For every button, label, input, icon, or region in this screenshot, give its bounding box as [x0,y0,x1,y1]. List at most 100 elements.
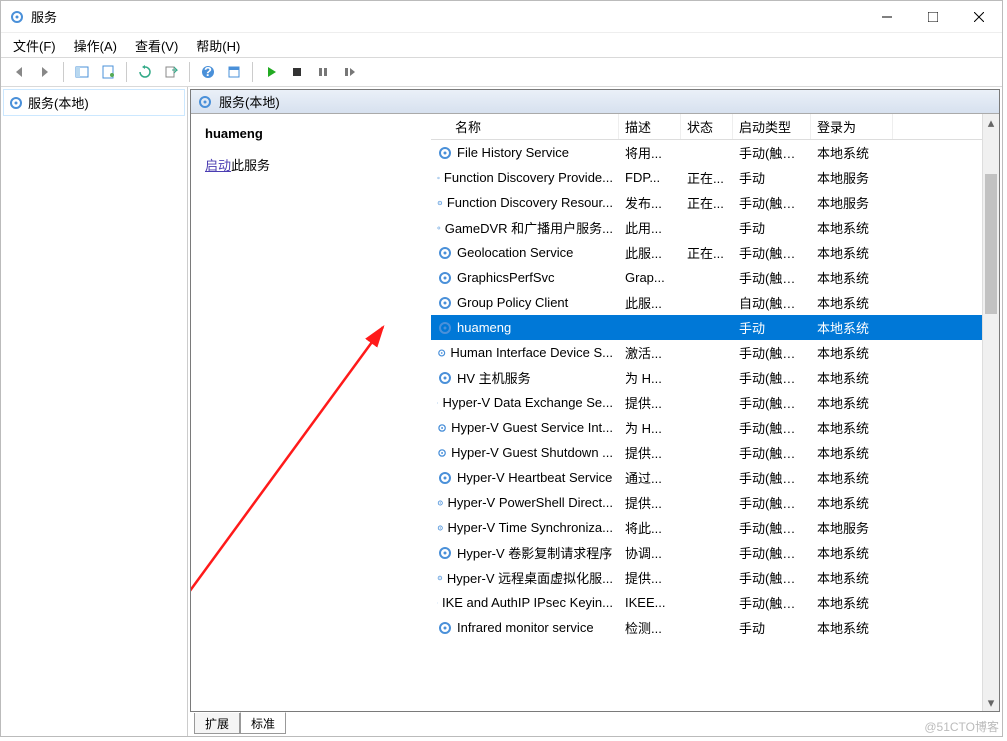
service-name: Function Discovery Provide... [444,170,613,185]
table-row[interactable]: Geolocation Service此服...正在...手动(触发...本地系… [431,240,982,265]
col-desc[interactable]: 描述 [619,114,681,139]
table-row[interactable]: Hyper-V Heartbeat Service通过...手动(触发...本地… [431,465,982,490]
menu-view[interactable]: 查看(V) [135,36,178,55]
service-login: 本地系统 [811,543,893,562]
table-row[interactable]: GameDVR 和广播用户服务...此用...手动本地系统 [431,215,982,240]
table-row[interactable]: Hyper-V 远程桌面虚拟化服...提供...手动(触发...本地系统 [431,565,982,590]
table-row[interactable]: Hyper-V Data Exchange Se...提供...手动(触发...… [431,390,982,415]
minimize-button[interactable] [864,1,910,33]
service-start: 手动 [733,318,811,337]
table-row[interactable]: Hyper-V 卷影复制请求程序协调...手动(触发...本地系统 [431,540,982,565]
service-icon [437,295,453,311]
col-start[interactable]: 启动类型 [733,114,811,139]
menu-action[interactable]: 操作(A) [74,36,117,55]
service-name: Hyper-V Time Synchroniza... [448,520,613,535]
service-start: 手动(触发... [733,343,811,362]
table-row[interactable]: Infrared monitor service检测...手动本地系统 [431,615,982,640]
sheet-button[interactable] [222,60,246,84]
service-name: Hyper-V Heartbeat Service [457,470,612,485]
service-start: 手动(触发... [733,193,811,212]
service-name: Hyper-V Data Exchange Se... [442,395,613,410]
service-name: Function Discovery Resour... [447,195,613,210]
back-button[interactable] [7,60,31,84]
service-desc: 此服... [619,243,681,262]
table-row[interactable]: Hyper-V PowerShell Direct...提供...手动(触发..… [431,490,982,515]
service-login: 本地服务 [811,168,893,187]
col-login[interactable]: 登录为 [811,114,893,139]
service-name: huameng [457,320,511,335]
table-row[interactable]: IKE and AuthIP IPsec Keyin...IKEE...手动(触… [431,590,982,615]
col-state[interactable]: 状态 [681,114,733,139]
show-hide-tree-button[interactable] [70,60,94,84]
col-name[interactable]: 名称 [431,114,619,139]
tree-root-item[interactable]: 服务(本地) [3,89,185,116]
service-desc: 为 H... [619,368,681,387]
scroll-down-icon[interactable]: ▾ [983,694,999,711]
tab-extended[interactable]: 扩展 [194,713,240,734]
service-login: 本地系统 [811,593,893,612]
tree-root-label: 服务(本地) [28,93,89,112]
service-login: 本地系统 [811,468,893,487]
table-row[interactable]: Hyper-V Time Synchroniza...将此...手动(触发...… [431,515,982,540]
view-tabs: 扩展 标准 [190,712,1000,734]
service-name: Hyper-V PowerShell Direct... [448,495,613,510]
service-icon [437,195,443,211]
maximize-button[interactable] [910,1,956,33]
menu-help[interactable]: 帮助(H) [196,36,240,55]
scroll-up-icon[interactable]: ▴ [983,114,999,131]
scroll-thumb[interactable] [985,174,997,314]
service-name: File History Service [457,145,569,160]
service-name: IKE and AuthIP IPsec Keyin... [442,595,613,610]
close-button[interactable] [956,1,1002,33]
table-row[interactable]: Function Discovery Resour...发布...正在...手动… [431,190,982,215]
menu-file[interactable]: 文件(F) [13,36,56,55]
restart-button[interactable] [337,60,361,84]
titlebar: 服务 [1,1,1002,33]
service-start: 手动(触发... [733,518,811,537]
service-icon [437,495,444,511]
service-desc: 协调... [619,543,681,562]
start-button[interactable] [259,60,283,84]
service-icon [437,320,453,336]
table-row[interactable]: File History Service将用...手动(触发...本地系统 [431,140,982,165]
table-row[interactable]: Hyper-V Guest Shutdown ...提供...手动(触发...本… [431,440,982,465]
table-row[interactable]: GraphicsPerfSvcGrap...手动(触发...本地系统 [431,265,982,290]
service-icon [437,270,453,286]
stop-button[interactable] [285,60,309,84]
service-state: 正在... [681,193,733,212]
service-start: 手动(触发... [733,543,811,562]
table-row[interactable]: Hyper-V Guest Service Int...为 H...手动(触发.… [431,415,982,440]
service-desc: 激活... [619,343,681,362]
services-icon [9,9,25,25]
table-row[interactable]: Function Discovery Provide...FDP...正在...… [431,165,982,190]
service-login: 本地系统 [811,343,893,362]
watermark: @51CTO博客 [924,718,999,735]
service-desc: 通过... [619,468,681,487]
service-start: 手动(触发... [733,593,811,612]
service-desc: 提供... [619,443,681,462]
service-icon [437,370,453,386]
service-login: 本地服务 [811,518,893,537]
forward-button[interactable] [33,60,57,84]
service-icon [437,570,443,586]
services-icon [197,94,213,110]
properties-button[interactable] [96,60,120,84]
service-icon [437,545,453,561]
service-icon [437,520,444,536]
vertical-scrollbar[interactable]: ▴ ▾ [982,114,999,711]
table-row[interactable]: Human Interface Device S...激活...手动(触发...… [431,340,982,365]
export-button[interactable] [159,60,183,84]
table-row[interactable]: Group Policy Client此服...自动(触发...本地系统 [431,290,982,315]
service-name: HV 主机服务 [457,368,531,387]
service-login: 本地系统 [811,393,893,412]
tab-standard[interactable]: 标准 [240,712,286,734]
start-service-link[interactable]: 启动 [205,158,231,173]
pause-button[interactable] [311,60,335,84]
service-name: GraphicsPerfSvc [457,270,555,285]
help-button[interactable]: ? [196,60,220,84]
table-row[interactable]: huameng手动本地系统 [431,315,982,340]
refresh-button[interactable] [133,60,157,84]
table-row[interactable]: HV 主机服务为 H...手动(触发...本地系统 [431,365,982,390]
menubar: 文件(F) 操作(A) 查看(V) 帮助(H) [1,33,1002,57]
service-login: 本地系统 [811,568,893,587]
